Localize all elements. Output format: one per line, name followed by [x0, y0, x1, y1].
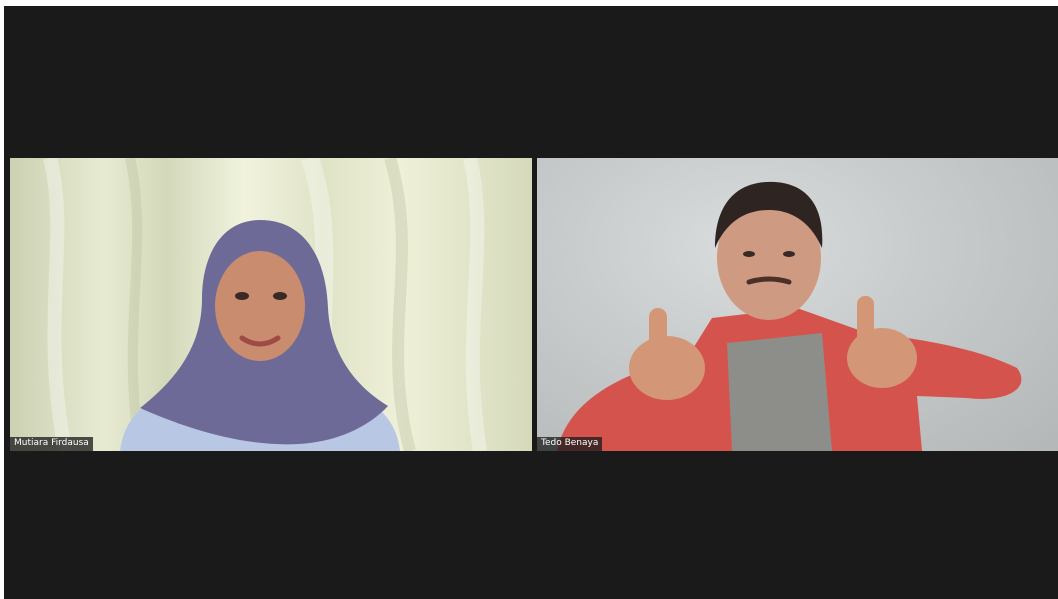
participant-video-tedo	[557, 181, 1022, 451]
participant-name-label: Mutiara Firdausa	[10, 437, 93, 451]
participant-video-tile-tedo[interactable]: Tedo Benaya	[537, 158, 1058, 451]
participant-video-mutiara	[43, 158, 487, 451]
participant-name-label: Tedo Benaya	[537, 437, 603, 451]
thumbs-up-icon	[629, 308, 705, 400]
video-gallery: Mutiara Firdausa Tedo Benaya	[4, 6, 1058, 599]
thumbs-up-icon	[847, 296, 917, 388]
participant-video-tile-mutiara[interactable]: Mutiara Firdausa	[10, 158, 532, 451]
